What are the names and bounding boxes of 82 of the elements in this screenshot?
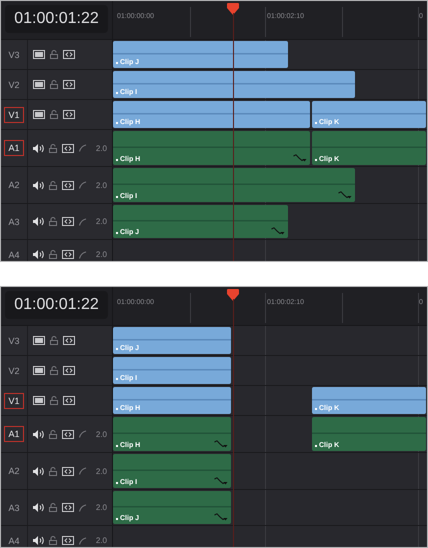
speaker-icon[interactable]	[33, 430, 44, 438]
track-label[interactable]: V2	[4, 362, 24, 378]
curve-icon[interactable]	[79, 144, 87, 152]
lock-icon[interactable]	[49, 250, 57, 259]
curve-icon[interactable]	[79, 218, 87, 226]
lock-icon[interactable]	[49, 180, 57, 190]
channel-count: 2.0	[96, 180, 107, 190]
speaker-icon[interactable]	[33, 250, 44, 259]
curve-icon[interactable]	[79, 250, 87, 258]
code-box-icon[interactable]	[62, 217, 74, 226]
monitor-icon[interactable]	[33, 80, 45, 89]
channel-count: 2.0	[96, 536, 107, 545]
playhead-marker[interactable]	[227, 289, 239, 301]
lock-icon[interactable]	[49, 430, 57, 438]
channel-count: 2.0	[96, 144, 107, 152]
timecode-display: 01:00:01:22	[5, 5, 108, 33]
code-box-icon[interactable]	[62, 466, 74, 476]
lock-icon[interactable]	[50, 336, 58, 345]
speaker-icon[interactable]	[33, 217, 44, 226]
speaker-icon[interactable]	[33, 180, 44, 190]
curve-icon[interactable]	[79, 467, 87, 475]
track-label[interactable]: V1	[4, 392, 24, 408]
track-label[interactable]: A3	[4, 500, 24, 516]
fade-curve-icon[interactable]	[293, 154, 307, 162]
curve-icon[interactable]	[79, 181, 87, 189]
track-label[interactable]: V3	[4, 46, 24, 62]
lock-icon[interactable]	[49, 144, 57, 152]
channel-count: 2.0	[96, 466, 107, 476]
lock-icon[interactable]	[49, 466, 57, 476]
channel-count: 2.0	[96, 250, 107, 259]
track-label[interactable]: A1	[4, 426, 24, 442]
playhead-marker[interactable]	[227, 3, 239, 15]
code-box-icon[interactable]	[62, 503, 74, 512]
monitor-icon[interactable]	[33, 50, 45, 59]
curve-icon[interactable]	[79, 504, 87, 512]
lock-icon[interactable]	[50, 80, 58, 89]
code-box-icon[interactable]	[63, 80, 75, 89]
speaker-icon[interactable]	[33, 144, 44, 152]
code-box-icon[interactable]	[63, 336, 75, 345]
lock-icon[interactable]	[50, 366, 58, 375]
track-label[interactable]: V1	[4, 106, 24, 122]
channel-count: 2.0	[96, 217, 107, 226]
speaker-icon[interactable]	[33, 503, 44, 512]
track-label[interactable]: V3	[4, 332, 24, 348]
speaker-icon[interactable]	[33, 536, 44, 545]
code-box-icon[interactable]	[62, 430, 74, 438]
code-box-icon[interactable]	[63, 50, 75, 59]
track-label[interactable]: A4	[4, 246, 24, 261]
channel-count: 2.0	[96, 430, 107, 438]
code-box-icon[interactable]	[62, 250, 74, 259]
lock-icon[interactable]	[50, 396, 58, 405]
lock-icon[interactable]	[50, 110, 58, 119]
fade-curve-icon[interactable]	[214, 513, 228, 521]
lock-icon[interactable]	[49, 503, 57, 512]
lock-icon[interactable]	[49, 536, 57, 545]
curve-icon[interactable]	[79, 536, 87, 544]
track-label[interactable]: V2	[4, 76, 24, 92]
track-label[interactable]: A2	[4, 177, 24, 193]
timecode-display: 01:00:01:22	[5, 291, 108, 319]
fade-curve-icon[interactable]	[214, 440, 228, 448]
fade-curve-icon[interactable]	[214, 477, 228, 485]
code-box-icon[interactable]	[62, 536, 74, 545]
curve-icon[interactable]	[79, 430, 87, 438]
lock-icon[interactable]	[49, 217, 57, 226]
code-box-icon[interactable]	[62, 144, 74, 152]
code-box-icon[interactable]	[63, 366, 75, 375]
code-box-icon[interactable]	[63, 110, 75, 119]
monitor-icon[interactable]	[33, 366, 45, 375]
monitor-icon[interactable]	[33, 110, 45, 119]
fade-curve-icon[interactable]	[271, 227, 285, 235]
track-label[interactable]: A1	[4, 140, 24, 156]
track-label[interactable]: A3	[4, 214, 24, 230]
channel-count: 2.0	[96, 503, 107, 512]
speaker-icon[interactable]	[33, 466, 44, 476]
code-box-icon[interactable]	[62, 180, 74, 190]
code-box-icon[interactable]	[63, 396, 75, 405]
track-label[interactable]: A4	[4, 532, 24, 547]
fade-curve-icon[interactable]	[338, 191, 352, 199]
monitor-icon[interactable]	[33, 336, 45, 345]
monitor-icon[interactable]	[33, 396, 45, 405]
track-label[interactable]: A2	[4, 463, 24, 479]
lock-icon[interactable]	[50, 50, 58, 59]
